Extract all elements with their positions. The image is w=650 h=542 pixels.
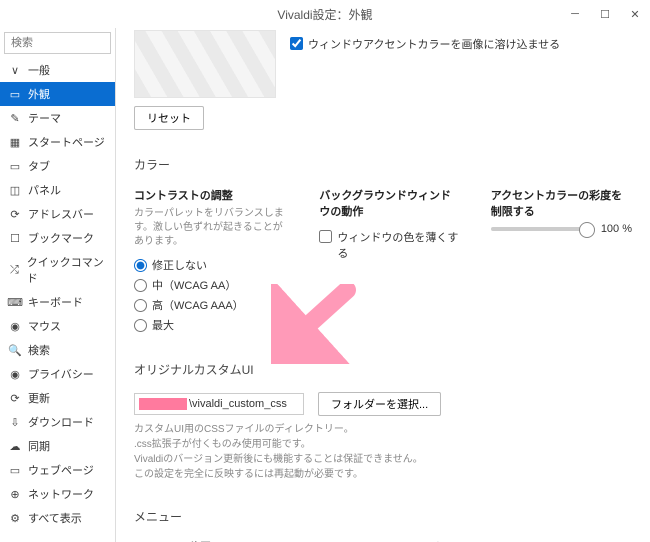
accent-blend-input[interactable] [290, 37, 303, 50]
sidebar-item-9[interactable]: ⌨ キーボード [0, 290, 115, 314]
sidebar-item-3[interactable]: ▦ スタートページ [0, 130, 115, 154]
accent-blend-checkbox[interactable]: ウィンドウアクセントカラーを画像に溶け込ませる [290, 30, 560, 52]
sidebar-item-label: 同期 [28, 438, 50, 454]
browse-folder-button[interactable]: フォルダーを選択... [318, 392, 441, 416]
sidebar-item-11[interactable]: 🔍 検索 [0, 338, 115, 362]
sidebar-item-5[interactable]: ◫ パネル [0, 178, 115, 202]
folder-icon: ▭ [8, 87, 22, 101]
bgwin-checkbox[interactable]: ウィンドウの色を薄くする [319, 223, 460, 261]
sidebar-item-label: ダウンロード [28, 414, 94, 430]
sidebar-item-15[interactable]: ☁ 同期 [0, 434, 115, 458]
grid-icon: ▦ [8, 135, 22, 149]
brush-icon: ✎ [8, 111, 22, 125]
quick-icon: ⤮ [8, 263, 21, 277]
mouse-icon: ◉ [8, 319, 22, 333]
contrast-radio-0[interactable] [134, 259, 147, 272]
sidebar-item-17[interactable]: ⊕ ネットワーク [0, 482, 115, 506]
sidebar-item-label: 更新 [28, 390, 50, 406]
contrast-opt-0[interactable]: 修正しない [134, 255, 289, 275]
contrast-opt-3[interactable]: 最大 [134, 315, 289, 335]
sidebar-item-label: ブックマーク [28, 230, 94, 246]
customui-description: カスタムUI用のCSSファイルのディレクトリー。.css拡張子が付くものみ使用可… [134, 422, 632, 482]
accent-value: 100 % [601, 223, 632, 235]
sidebar: ∨ 一般 ▭ 外観 ✎ テーマ ▦ スタートページ ▭ タブ ◫ パネル ⟳ アドレスバー ☐ ブックマーク ⤮… [0, 28, 116, 542]
sidebar-item-12[interactable]: ◉ プライバシー [0, 362, 115, 386]
section-color-title: カラー [134, 156, 632, 173]
content-area: リセット ウィンドウアクセントカラーを画像に溶け込ませる カラー コントラストの… [116, 28, 650, 542]
sync-icon: ☁ [8, 439, 22, 453]
gear-icon: ⚙ [8, 511, 22, 525]
nav-list: ∨ 一般 ▭ 外観 ✎ テーマ ▦ スタートページ ▭ タブ ◫ パネル ⟳ アドレスバー ☐ ブックマーク ⤮… [0, 58, 115, 542]
sidebar-item-18[interactable]: ⚙ すべて表示 [0, 506, 115, 530]
update-icon: ⟳ [8, 391, 22, 405]
sidebar-item-16[interactable]: ▭ ウェブページ [0, 458, 115, 482]
sidebar-item-13[interactable]: ⟳ 更新 [0, 386, 115, 410]
accent-limit-head: アクセントカラーの彩度を制限する [491, 187, 632, 219]
theme-preview [134, 30, 276, 98]
sidebar-item-10[interactable]: ◉ マウス [0, 314, 115, 338]
sidebar-item-label: テーマ [28, 110, 61, 126]
reset-button[interactable]: リセット [134, 106, 204, 130]
titlebar: Vivaldi設定：外観 ─ ☐ ✕ [0, 0, 650, 28]
section-menu-title: メニュー [134, 508, 632, 525]
bookmark-icon: ☐ [8, 231, 22, 245]
sidebar-item-label: 検索 [28, 342, 50, 358]
bgwin-input[interactable] [319, 230, 332, 243]
tab-icon: ▭ [8, 159, 22, 173]
sidebar-item-8[interactable]: ⤮ クイックコマンド [0, 250, 115, 290]
sidebar-item-label: すべて表示 [28, 510, 82, 526]
sidebar-item-label: キーボード [28, 294, 83, 310]
sidebar-item-6[interactable]: ⟳ アドレスバー [0, 202, 115, 226]
keyboard-icon: ⌨ [8, 295, 22, 309]
sidebar-item-label: 一般 [28, 62, 50, 78]
contrast-radio-2[interactable] [134, 299, 147, 312]
sidebar-item-0[interactable]: ∨ 一般 [0, 58, 115, 82]
sidebar-item-2[interactable]: ✎ テーマ [0, 106, 115, 130]
search-input[interactable] [4, 32, 111, 54]
sidebar-item-label: プライバシー [28, 366, 94, 382]
sidebar-item-label: タブ [28, 158, 50, 174]
redacted-path [139, 398, 187, 410]
sidebar-item-label: ウェブページ [28, 462, 94, 478]
eye-icon: ◉ [8, 367, 22, 381]
bgwin-head: バックグラウンドウィンドウの動作 [319, 187, 460, 219]
sidebar-item-label: パネル [28, 182, 61, 198]
contrast-opt-2[interactable]: 高（WCAG AAA） [134, 295, 289, 315]
minimize-button[interactable]: ─ [560, 0, 590, 28]
addr-icon: ⟳ [8, 207, 22, 221]
download-icon: ⇩ [8, 415, 22, 429]
custom-css-path-input[interactable]: \vivaldi_custom_css [134, 393, 304, 415]
close-button[interactable]: ✕ [620, 0, 650, 28]
contrast-radio-1[interactable] [134, 279, 147, 292]
contrast-hint: カラーパレットをリバランスします。激しい色ずれが起きることがあります。 [134, 207, 289, 249]
sidebar-item-label: マウス [28, 318, 61, 334]
sidebar-item-label: 外観 [28, 86, 50, 102]
sidebar-item-4[interactable]: ▭ タブ [0, 154, 115, 178]
accent-slider[interactable] [491, 227, 595, 231]
sidebar-item-label: クイックコマンド [27, 254, 107, 286]
sidebar-item-label: ネットワーク [28, 486, 94, 502]
panel-icon: ◫ [8, 183, 22, 197]
chevron-icon: ∨ [8, 63, 22, 77]
contrast-head: コントラストの調整 [134, 187, 289, 203]
contrast-opt-1[interactable]: 中（WCAG AA） [134, 275, 289, 295]
network-icon: ⊕ [8, 487, 22, 501]
window-title: Vivaldi設定：外観 [277, 6, 372, 23]
sidebar-item-7[interactable]: ☐ ブックマーク [0, 226, 115, 250]
contrast-radio-3[interactable] [134, 319, 147, 332]
sidebar-item-label: スタートページ [28, 134, 105, 150]
search-icon: 🔍 [8, 343, 22, 357]
section-customui-title: オリジナルカスタムUI [134, 361, 632, 378]
maximize-button[interactable]: ☐ [590, 0, 620, 28]
webpage-icon: ▭ [8, 463, 22, 477]
sidebar-item-14[interactable]: ⇩ ダウンロード [0, 410, 115, 434]
sidebar-item-1[interactable]: ▭ 外観 [0, 82, 115, 106]
sidebar-item-label: アドレスバー [28, 206, 94, 222]
